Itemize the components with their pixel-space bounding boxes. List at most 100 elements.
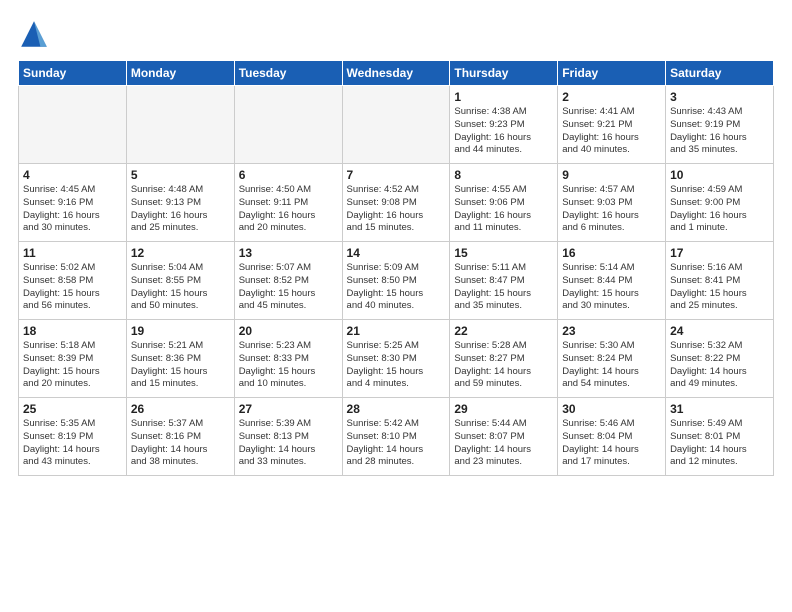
calendar-cell: 19 Sunrise: 5:21 AM Sunset: 8:36 PM Dayli… [126, 320, 234, 398]
day-info: Sunrise: 5:30 AM Sunset: 8:24 PM Dayligh… [562, 340, 661, 391]
day-number: 14 [347, 246, 446, 260]
day-info: Sunrise: 4:41 AM Sunset: 9:21 PM Dayligh… [562, 106, 661, 157]
calendar-cell: 21 Sunrise: 5:25 AM Sunset: 8:30 PM Dayli… [342, 320, 450, 398]
calendar-cell: 9 Sunrise: 4:57 AM Sunset: 9:03 PM Daylig… [558, 164, 666, 242]
day-number: 27 [239, 402, 338, 416]
calendar-cell: 8 Sunrise: 4:55 AM Sunset: 9:06 PM Daylig… [450, 164, 558, 242]
day-info: Sunrise: 5:37 AM Sunset: 8:16 PM Dayligh… [131, 418, 230, 469]
day-info: Sunrise: 4:50 AM Sunset: 9:11 PM Dayligh… [239, 184, 338, 235]
day-number: 4 [23, 168, 122, 182]
day-number: 10 [670, 168, 769, 182]
day-number: 17 [670, 246, 769, 260]
day-number: 15 [454, 246, 553, 260]
day-number: 11 [23, 246, 122, 260]
weekday-header-friday: Friday [558, 61, 666, 86]
calendar-cell: 1Sunrise: 4:38 AM Sunset: 9:23 PM Daylig… [450, 86, 558, 164]
calendar-cell: 28 Sunrise: 5:42 AM Sunset: 8:10 PM Dayli… [342, 398, 450, 476]
calendar-cell [126, 86, 234, 164]
logo [18, 18, 54, 50]
day-number: 13 [239, 246, 338, 260]
day-info: Sunrise: 5:49 AM Sunset: 8:01 PM Dayligh… [670, 418, 769, 469]
day-number: 1 [454, 90, 553, 104]
day-info: Sunrise: 5:35 AM Sunset: 8:19 PM Dayligh… [23, 418, 122, 469]
calendar-cell: 22 Sunrise: 5:28 AM Sunset: 8:27 PM Dayli… [450, 320, 558, 398]
day-number: 3 [670, 90, 769, 104]
weekday-header-monday: Monday [126, 61, 234, 86]
weekday-header-sunday: Sunday [19, 61, 127, 86]
day-info: Sunrise: 5:21 AM Sunset: 8:36 PM Dayligh… [131, 340, 230, 391]
calendar-cell: 2 Sunrise: 4:41 AM Sunset: 9:21 PM Daylig… [558, 86, 666, 164]
day-info: Sunrise: 5:46 AM Sunset: 8:04 PM Dayligh… [562, 418, 661, 469]
weekday-header-saturday: Saturday [666, 61, 774, 86]
weekday-header-wednesday: Wednesday [342, 61, 450, 86]
calendar-cell: 4 Sunrise: 4:45 AM Sunset: 9:16 PM Daylig… [19, 164, 127, 242]
calendar-cell [19, 86, 127, 164]
calendar-cell: 26Sunrise: 5:37 AM Sunset: 8:16 PM Dayli… [126, 398, 234, 476]
calendar-container: SundayMondayTuesdayWednesdayThursdayFrid… [0, 0, 792, 486]
calendar-week-3: 11 Sunrise: 5:02 AM Sunset: 8:58 PM Dayli… [19, 242, 774, 320]
day-number: 21 [347, 324, 446, 338]
day-number: 9 [562, 168, 661, 182]
day-number: 31 [670, 402, 769, 416]
weekday-header-thursday: Thursday [450, 61, 558, 86]
day-info: Sunrise: 5:23 AM Sunset: 8:33 PM Dayligh… [239, 340, 338, 391]
day-info: Sunrise: 5:04 AM Sunset: 8:55 PM Dayligh… [131, 262, 230, 313]
day-info: Sunrise: 4:57 AM Sunset: 9:03 PM Dayligh… [562, 184, 661, 235]
day-info: Sunrise: 5:11 AM Sunset: 8:47 PM Dayligh… [454, 262, 553, 313]
calendar-cell: 30Sunrise: 5:46 AM Sunset: 8:04 PM Dayli… [558, 398, 666, 476]
calendar-cell: 6 Sunrise: 4:50 AM Sunset: 9:11 PM Daylig… [234, 164, 342, 242]
calendar-cell: 17Sunrise: 5:16 AM Sunset: 8:41 PM Dayli… [666, 242, 774, 320]
day-number: 8 [454, 168, 553, 182]
calendar-week-1: 1Sunrise: 4:38 AM Sunset: 9:23 PM Daylig… [19, 86, 774, 164]
day-number: 16 [562, 246, 661, 260]
calendar-week-2: 4 Sunrise: 4:45 AM Sunset: 9:16 PM Daylig… [19, 164, 774, 242]
calendar-cell: 29Sunrise: 5:44 AM Sunset: 8:07 PM Dayli… [450, 398, 558, 476]
day-number: 12 [131, 246, 230, 260]
calendar-cell [342, 86, 450, 164]
calendar-cell: 27 Sunrise: 5:39 AM Sunset: 8:13 PM Dayli… [234, 398, 342, 476]
calendar-cell: 12 Sunrise: 5:04 AM Sunset: 8:55 PM Dayli… [126, 242, 234, 320]
calendar-cell: 25 Sunrise: 5:35 AM Sunset: 8:19 PM Dayli… [19, 398, 127, 476]
day-info: Sunrise: 4:45 AM Sunset: 9:16 PM Dayligh… [23, 184, 122, 235]
day-number: 18 [23, 324, 122, 338]
calendar-cell: 31 Sunrise: 5:49 AM Sunset: 8:01 PM Dayli… [666, 398, 774, 476]
calendar-week-4: 18 Sunrise: 5:18 AM Sunset: 8:39 PM Dayli… [19, 320, 774, 398]
logo-icon [18, 18, 50, 50]
day-info: Sunrise: 5:14 AM Sunset: 8:44 PM Dayligh… [562, 262, 661, 313]
calendar-cell: 11 Sunrise: 5:02 AM Sunset: 8:58 PM Dayli… [19, 242, 127, 320]
day-info: Sunrise: 4:43 AM Sunset: 9:19 PM Dayligh… [670, 106, 769, 157]
day-info: Sunrise: 4:59 AM Sunset: 9:00 PM Dayligh… [670, 184, 769, 235]
calendar-cell: 20Sunrise: 5:23 AM Sunset: 8:33 PM Dayli… [234, 320, 342, 398]
day-info: Sunrise: 4:52 AM Sunset: 9:08 PM Dayligh… [347, 184, 446, 235]
calendar-cell: 10 Sunrise: 4:59 AM Sunset: 9:00 PM Dayli… [666, 164, 774, 242]
day-number: 19 [131, 324, 230, 338]
calendar-cell: 16 Sunrise: 5:14 AM Sunset: 8:44 PM Dayli… [558, 242, 666, 320]
calendar-cell: 5Sunrise: 4:48 AM Sunset: 9:13 PM Daylig… [126, 164, 234, 242]
day-number: 6 [239, 168, 338, 182]
day-info: Sunrise: 5:02 AM Sunset: 8:58 PM Dayligh… [23, 262, 122, 313]
calendar-week-5: 25 Sunrise: 5:35 AM Sunset: 8:19 PM Dayli… [19, 398, 774, 476]
day-info: Sunrise: 5:39 AM Sunset: 8:13 PM Dayligh… [239, 418, 338, 469]
day-info: Sunrise: 5:18 AM Sunset: 8:39 PM Dayligh… [23, 340, 122, 391]
day-info: Sunrise: 5:07 AM Sunset: 8:52 PM Dayligh… [239, 262, 338, 313]
day-number: 25 [23, 402, 122, 416]
day-info: Sunrise: 5:28 AM Sunset: 8:27 PM Dayligh… [454, 340, 553, 391]
day-info: Sunrise: 5:42 AM Sunset: 8:10 PM Dayligh… [347, 418, 446, 469]
calendar-cell: 13 Sunrise: 5:07 AM Sunset: 8:52 PM Dayli… [234, 242, 342, 320]
weekday-header-tuesday: Tuesday [234, 61, 342, 86]
day-number: 24 [670, 324, 769, 338]
calendar-cell: 3 Sunrise: 4:43 AM Sunset: 9:19 PM Daylig… [666, 86, 774, 164]
day-number: 2 [562, 90, 661, 104]
day-info: Sunrise: 4:55 AM Sunset: 9:06 PM Dayligh… [454, 184, 553, 235]
day-number: 28 [347, 402, 446, 416]
weekday-header-row: SundayMondayTuesdayWednesdayThursdayFrid… [19, 61, 774, 86]
day-number: 5 [131, 168, 230, 182]
day-number: 22 [454, 324, 553, 338]
day-number: 7 [347, 168, 446, 182]
calendar-cell: 7 Sunrise: 4:52 AM Sunset: 9:08 PM Daylig… [342, 164, 450, 242]
day-number: 29 [454, 402, 553, 416]
day-info: Sunrise: 5:09 AM Sunset: 8:50 PM Dayligh… [347, 262, 446, 313]
day-info: Sunrise: 5:25 AM Sunset: 8:30 PM Dayligh… [347, 340, 446, 391]
header [18, 18, 774, 50]
calendar-cell: 24Sunrise: 5:32 AM Sunset: 8:22 PM Dayli… [666, 320, 774, 398]
